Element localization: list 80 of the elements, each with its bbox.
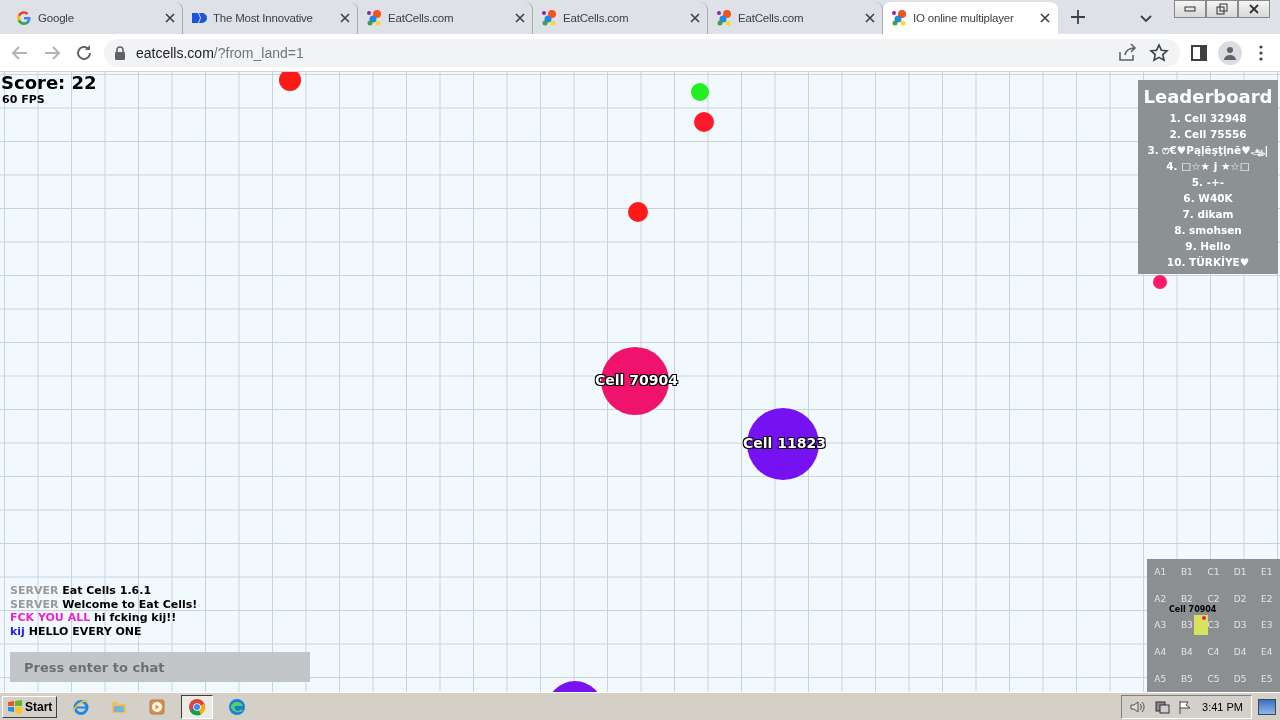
windows-logo-icon [7, 699, 23, 714]
share-icon[interactable] [1116, 41, 1138, 64]
chat-input[interactable]: Press enter to chat [10, 652, 310, 682]
minimap-label: A3 [1154, 620, 1167, 631]
lock-icon [114, 45, 126, 60]
chat-sender: SERVER [10, 597, 59, 611]
edge-icon [228, 697, 247, 716]
url-text: eatcells.com/?from_land=1 [136, 44, 304, 61]
leaderboard-entry: 7. dikam [1182, 207, 1234, 222]
leaderboard-title: Leaderboard [1143, 86, 1273, 107]
leaderboard-entry: 1. Cell 32948 [1169, 111, 1247, 126]
chat-text: Eat Cells 1.6.1 [62, 584, 152, 597]
browser-tab[interactable]: IO online multiplayer [883, 2, 1058, 34]
taskbar-app[interactable] [181, 694, 214, 719]
minimap-label: A2 [1154, 593, 1167, 604]
chat-text: Welcome to Eat Cells! [62, 597, 198, 611]
minimap-label: B4 [1180, 647, 1193, 658]
minimize-icon [1184, 6, 1196, 12]
leaderboard-entry: 4. □☆★ j ★☆□ [1166, 159, 1250, 174]
flag-icon [191, 10, 207, 26]
fps-text: 60 FPS [2, 93, 45, 106]
player-marker [1194, 615, 1208, 635]
player-dot [1202, 616, 1206, 620]
minimap-label: A1 [1154, 567, 1167, 578]
internet-explorer-icon [72, 697, 91, 716]
minimap-label: E3 [1261, 620, 1273, 631]
profile-avatar[interactable] [1218, 40, 1242, 65]
chat-text: HELLO EVERY ONE [28, 624, 142, 638]
colorful-blobs-icon [366, 10, 382, 26]
minimap-label: D1 [1233, 567, 1247, 578]
minimap-label: A5 [1154, 673, 1167, 684]
minimap-label: B3 [1180, 620, 1193, 631]
star-icon[interactable] [1148, 41, 1170, 64]
colorful-blobs-icon [716, 10, 732, 26]
minimap-label: C5 [1207, 673, 1220, 684]
minimap-label: D4 [1233, 647, 1247, 658]
clock-text: 3:41 PM [1202, 700, 1243, 713]
leaderboard-entry: 9. Hello [1185, 239, 1231, 254]
minimap-label: E4 [1261, 647, 1273, 658]
leaderboard-entry: 2. Cell 75556 [1169, 127, 1247, 142]
restore-button[interactable] [1206, 0, 1238, 18]
speaker-icon[interactable] [1130, 699, 1147, 714]
google-icon [16, 10, 32, 26]
chat-sender: SERVER [10, 584, 59, 597]
minimap-label: C3 [1207, 620, 1220, 631]
restore-icon [1216, 3, 1228, 15]
minimap-label: C2 [1207, 593, 1220, 604]
colorful-blobs-icon [541, 10, 557, 26]
minimap-label: B1 [1180, 567, 1193, 578]
minimap-label: C4 [1207, 647, 1220, 658]
score-text: Score: 22 [1, 72, 97, 93]
minimap-label: B2 [1180, 593, 1193, 604]
close-button[interactable] [1238, 0, 1270, 18]
minimap-label: E5 [1261, 673, 1273, 684]
minimap-label: B5 [1180, 673, 1193, 684]
leaderboard-entry: 8. smohsen [1174, 223, 1242, 238]
minimap-label: E1 [1261, 567, 1273, 578]
colorful-blobs-icon [891, 10, 907, 26]
minimap-label: C1 [1207, 567, 1220, 578]
media-player-icon [148, 697, 167, 716]
chrome-icon [188, 697, 207, 716]
minimap-label: A4 [1154, 647, 1167, 658]
address-bar[interactable]: eatcells.com/?from_land=1 [104, 38, 1180, 67]
network-icon[interactable] [1154, 699, 1171, 714]
minimap-label: D2 [1233, 593, 1247, 604]
show-desktop-button[interactable] [1258, 698, 1276, 715]
close-icon [1248, 4, 1260, 14]
chat-text: hi fcking kij!! [94, 611, 177, 624]
minimap-player-name: Cell 70904 [1169, 605, 1217, 614]
leaderboard-entry: 10. TÜRKİYE♥ [1166, 255, 1250, 270]
leaderboard-entry: 5. -+- [1191, 175, 1225, 190]
leaderboard-entry: 6. W40K [1183, 191, 1233, 206]
minimap-label: D5 [1233, 673, 1247, 684]
start-button[interactable]: Start [2, 695, 58, 718]
chat-sender: FCK YOU ALL [10, 611, 91, 624]
minimize-button[interactable] [1174, 0, 1206, 18]
minimap-label: E2 [1261, 593, 1273, 604]
leaderboard-entry: 3. ෆ€♥Pąļēşţįnē♥ஆ| [1147, 143, 1269, 158]
chat-sender: kij [10, 624, 25, 638]
minimap-label: D3 [1233, 620, 1247, 631]
